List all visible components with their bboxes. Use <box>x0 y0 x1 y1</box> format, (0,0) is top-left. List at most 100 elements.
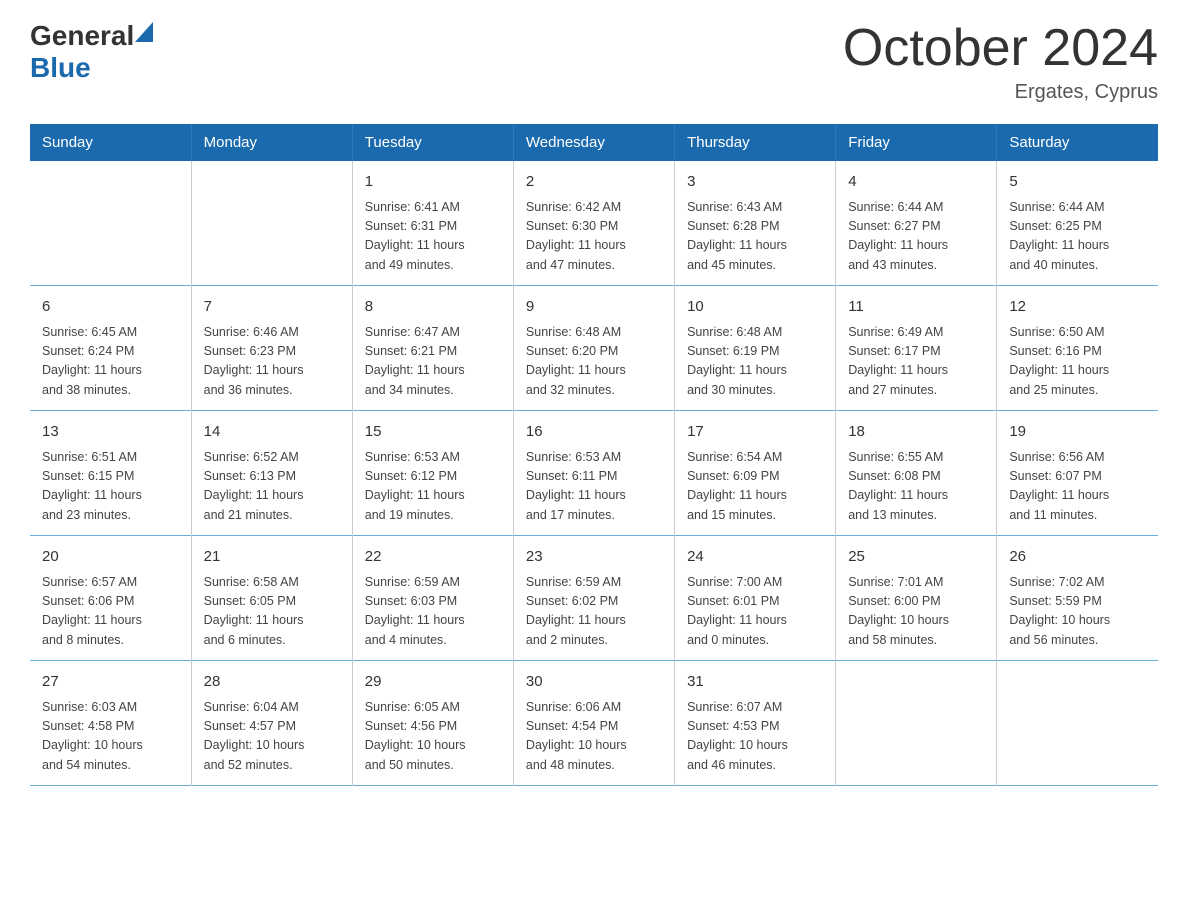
day-info: Sunrise: 6:52 AM Sunset: 6:13 PM Dayligh… <box>204 448 340 526</box>
day-number: 26 <box>1009 546 1146 569</box>
day-number: 7 <box>204 296 340 319</box>
calendar-cell: 25Sunrise: 7:01 AM Sunset: 6:00 PM Dayli… <box>836 536 997 661</box>
calendar-cell: 26Sunrise: 7:02 AM Sunset: 5:59 PM Dayli… <box>997 536 1158 661</box>
calendar-cell: 27 Sunrise: 6:03 AM Sunset: 4:58 PM Dayli… <box>30 661 191 786</box>
calendar-cell: 14 Sunrise: 6:52 AM Sunset: 6:13 PM Dayli… <box>191 411 352 536</box>
day-number: 14 <box>204 421 340 444</box>
day-info: Sunrise: 6:53 AM Sunset: 6:11 PM Dayligh… <box>526 448 662 526</box>
day-number: 6 <box>42 296 179 319</box>
calendar-cell: 22 Sunrise: 6:59 AM Sunset: 6:03 PM Dayli… <box>352 536 513 661</box>
day-number: 2 <box>526 171 662 194</box>
day-number: 1 <box>365 171 501 194</box>
day-number: 18 <box>848 421 984 444</box>
calendar-cell: 28 Sunrise: 6:04 AM Sunset: 4:57 PM Dayli… <box>191 661 352 786</box>
day-info: Sunrise: 6:44 AM Sunset: 6:27 PM Dayligh… <box>848 198 984 276</box>
calendar-cell: 13 Sunrise: 6:51 AM Sunset: 6:15 PM Dayli… <box>30 411 191 536</box>
calendar-cell: 19 Sunrise: 6:56 AM Sunset: 6:07 PM Dayli… <box>997 411 1158 536</box>
calendar-cell: 15Sunrise: 6:53 AM Sunset: 6:12 PM Dayli… <box>352 411 513 536</box>
weekday-header: Sunday <box>30 124 191 161</box>
calendar-cell: 12 Sunrise: 6:50 AM Sunset: 6:16 PM Dayli… <box>997 286 1158 411</box>
day-info: Sunrise: 6:44 AM Sunset: 6:25 PM Dayligh… <box>1009 198 1146 276</box>
calendar-cell: 29 Sunrise: 6:05 AM Sunset: 4:56 PM Dayli… <box>352 661 513 786</box>
calendar-cell: 9 Sunrise: 6:48 AM Sunset: 6:20 PM Daylig… <box>513 286 674 411</box>
day-info: Sunrise: 6:05 AM Sunset: 4:56 PM Dayligh… <box>365 698 501 776</box>
day-number: 27 <box>42 671 179 694</box>
calendar-cell: 17 Sunrise: 6:54 AM Sunset: 6:09 PM Dayli… <box>675 411 836 536</box>
calendar-table: SundayMondayTuesdayWednesdayThursdayFrid… <box>30 124 1158 786</box>
calendar-cell: 1 Sunrise: 6:41 AM Sunset: 6:31 PM Daylig… <box>352 161 513 286</box>
day-number: 22 <box>365 546 501 569</box>
day-number: 3 <box>687 171 823 194</box>
day-number: 23 <box>526 546 662 569</box>
calendar-cell <box>191 161 352 286</box>
calendar-week-row: 6 Sunrise: 6:45 AM Sunset: 6:24 PM Daylig… <box>30 286 1158 411</box>
calendar-cell: 5 Sunrise: 6:44 AM Sunset: 6:25 PM Daylig… <box>997 161 1158 286</box>
day-info: Sunrise: 6:50 AM Sunset: 6:16 PM Dayligh… <box>1009 323 1146 401</box>
day-info: Sunrise: 6:48 AM Sunset: 6:20 PM Dayligh… <box>526 323 662 401</box>
day-number: 9 <box>526 296 662 319</box>
day-info: Sunrise: 6:03 AM Sunset: 4:58 PM Dayligh… <box>42 698 179 776</box>
day-info: Sunrise: 7:00 AM Sunset: 6:01 PM Dayligh… <box>687 573 823 651</box>
weekday-header: Wednesday <box>513 124 674 161</box>
calendar-cell: 31 Sunrise: 6:07 AM Sunset: 4:53 PM Dayli… <box>675 661 836 786</box>
day-number: 21 <box>204 546 340 569</box>
day-info: Sunrise: 6:04 AM Sunset: 4:57 PM Dayligh… <box>204 698 340 776</box>
calendar-cell: 16 Sunrise: 6:53 AM Sunset: 6:11 PM Dayli… <box>513 411 674 536</box>
day-info: Sunrise: 6:41 AM Sunset: 6:31 PM Dayligh… <box>365 198 501 276</box>
page-header: General Blue October 2024 Ergates, Cypru… <box>30 20 1158 104</box>
day-info: Sunrise: 6:06 AM Sunset: 4:54 PM Dayligh… <box>526 698 662 776</box>
day-number: 17 <box>687 421 823 444</box>
day-number: 28 <box>204 671 340 694</box>
day-number: 11 <box>848 296 984 319</box>
day-info: Sunrise: 6:59 AM Sunset: 6:03 PM Dayligh… <box>365 573 501 651</box>
calendar-cell: 21Sunrise: 6:58 AM Sunset: 6:05 PM Dayli… <box>191 536 352 661</box>
day-number: 19 <box>1009 421 1146 444</box>
title-section: October 2024 Ergates, Cyprus <box>843 20 1158 104</box>
day-info: Sunrise: 6:55 AM Sunset: 6:08 PM Dayligh… <box>848 448 984 526</box>
day-info: Sunrise: 6:59 AM Sunset: 6:02 PM Dayligh… <box>526 573 662 651</box>
day-number: 31 <box>687 671 823 694</box>
day-number: 29 <box>365 671 501 694</box>
day-number: 30 <box>526 671 662 694</box>
day-info: Sunrise: 6:56 AM Sunset: 6:07 PM Dayligh… <box>1009 448 1146 526</box>
month-title: October 2024 <box>843 20 1158 77</box>
calendar-cell: 30 Sunrise: 6:06 AM Sunset: 4:54 PM Dayli… <box>513 661 674 786</box>
calendar-cell <box>30 161 191 286</box>
day-number: 12 <box>1009 296 1146 319</box>
calendar-cell: 10 Sunrise: 6:48 AM Sunset: 6:19 PM Dayli… <box>675 286 836 411</box>
day-info: Sunrise: 6:43 AM Sunset: 6:28 PM Dayligh… <box>687 198 823 276</box>
day-info: Sunrise: 6:42 AM Sunset: 6:30 PM Dayligh… <box>526 198 662 276</box>
calendar-cell: 23 Sunrise: 6:59 AM Sunset: 6:02 PM Dayli… <box>513 536 674 661</box>
logo-general: General <box>30 20 134 52</box>
logo-blue: Blue <box>30 52 91 84</box>
calendar-cell: 7 Sunrise: 6:46 AM Sunset: 6:23 PM Daylig… <box>191 286 352 411</box>
logo: General Blue <box>30 20 153 84</box>
day-number: 20 <box>42 546 179 569</box>
day-number: 10 <box>687 296 823 319</box>
day-info: Sunrise: 6:07 AM Sunset: 4:53 PM Dayligh… <box>687 698 823 776</box>
calendar-cell <box>836 661 997 786</box>
day-info: Sunrise: 6:49 AM Sunset: 6:17 PM Dayligh… <box>848 323 984 401</box>
calendar-week-row: 13 Sunrise: 6:51 AM Sunset: 6:15 PM Dayli… <box>30 411 1158 536</box>
day-number: 13 <box>42 421 179 444</box>
day-number: 16 <box>526 421 662 444</box>
weekday-header: Saturday <box>997 124 1158 161</box>
day-info: Sunrise: 6:51 AM Sunset: 6:15 PM Dayligh… <box>42 448 179 526</box>
day-number: 5 <box>1009 171 1146 194</box>
day-info: Sunrise: 7:01 AM Sunset: 6:00 PM Dayligh… <box>848 573 984 651</box>
location: Ergates, Cyprus <box>843 81 1158 104</box>
calendar-week-row: 1 Sunrise: 6:41 AM Sunset: 6:31 PM Daylig… <box>30 161 1158 286</box>
day-info: Sunrise: 6:46 AM Sunset: 6:23 PM Dayligh… <box>204 323 340 401</box>
weekday-header: Monday <box>191 124 352 161</box>
day-number: 8 <box>365 296 501 319</box>
day-number: 4 <box>848 171 984 194</box>
calendar-cell: 6 Sunrise: 6:45 AM Sunset: 6:24 PM Daylig… <box>30 286 191 411</box>
weekday-header: Thursday <box>675 124 836 161</box>
day-info: Sunrise: 6:54 AM Sunset: 6:09 PM Dayligh… <box>687 448 823 526</box>
day-number: 24 <box>687 546 823 569</box>
day-info: Sunrise: 6:48 AM Sunset: 6:19 PM Dayligh… <box>687 323 823 401</box>
calendar-cell: 20Sunrise: 6:57 AM Sunset: 6:06 PM Dayli… <box>30 536 191 661</box>
calendar-week-row: 27 Sunrise: 6:03 AM Sunset: 4:58 PM Dayli… <box>30 661 1158 786</box>
day-info: Sunrise: 6:45 AM Sunset: 6:24 PM Dayligh… <box>42 323 179 401</box>
calendar-cell: 8Sunrise: 6:47 AM Sunset: 6:21 PM Daylig… <box>352 286 513 411</box>
